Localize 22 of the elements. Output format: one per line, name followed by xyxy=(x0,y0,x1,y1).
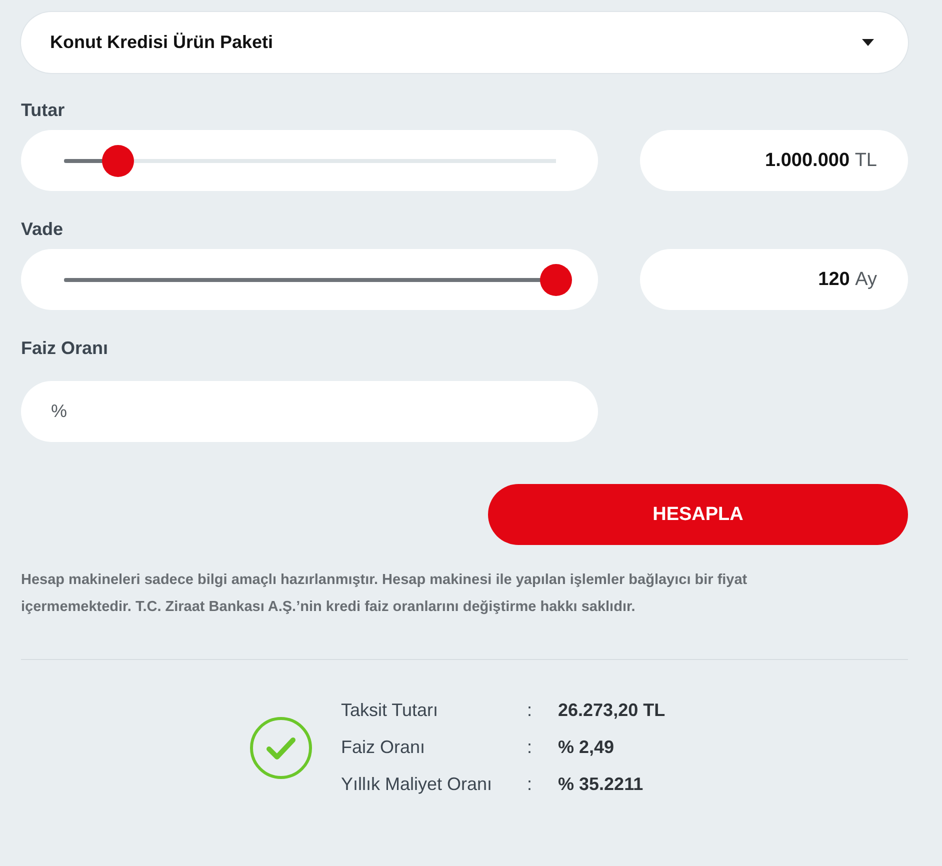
field-label: Faiz Oranı xyxy=(21,337,110,359)
field-label: Tutar xyxy=(21,99,66,121)
result-label: Faiz Oranı xyxy=(341,736,426,759)
result-label: Taksit Tutarı xyxy=(341,699,440,722)
field-label: Vade xyxy=(21,218,64,240)
value-field[interactable]: 1.000.000 TL xyxy=(640,130,908,191)
result-separator: : xyxy=(527,699,532,722)
caret-icon xyxy=(862,39,874,46)
result-separator: : xyxy=(527,736,532,759)
slider-thumb[interactable] xyxy=(540,264,572,296)
result-value: % 35.2211 xyxy=(557,773,644,796)
result-value: % 2,49 xyxy=(557,736,616,759)
result-value: 26.273,20 TL xyxy=(557,699,666,722)
product-select[interactable]: Konut Kredisi Ürün Paketi xyxy=(21,12,908,73)
calculate-button[interactable]: HESAPLA xyxy=(488,484,908,545)
check-circle-icon xyxy=(250,716,312,778)
value-field[interactable]: 120 Ay xyxy=(640,249,908,310)
slider-thumb[interactable] xyxy=(102,144,134,176)
result-label: Yıllık Maliyet Oranı xyxy=(341,773,494,796)
rate-field[interactable]: % xyxy=(21,381,598,442)
disclaimer-text: Hesap makineleri sadece bilgi amaçlı hazırlanmıştır. Hesap makinesi ile yapılan işlemler bağlayıcı bir fiyat içermemektedir. T.C. Ziraat Bankası A.Ş.’nin kredi faiz oranlarını değiştirme hakkı saklıdır. xyxy=(21,571,748,617)
result-separator: : xyxy=(527,773,532,796)
